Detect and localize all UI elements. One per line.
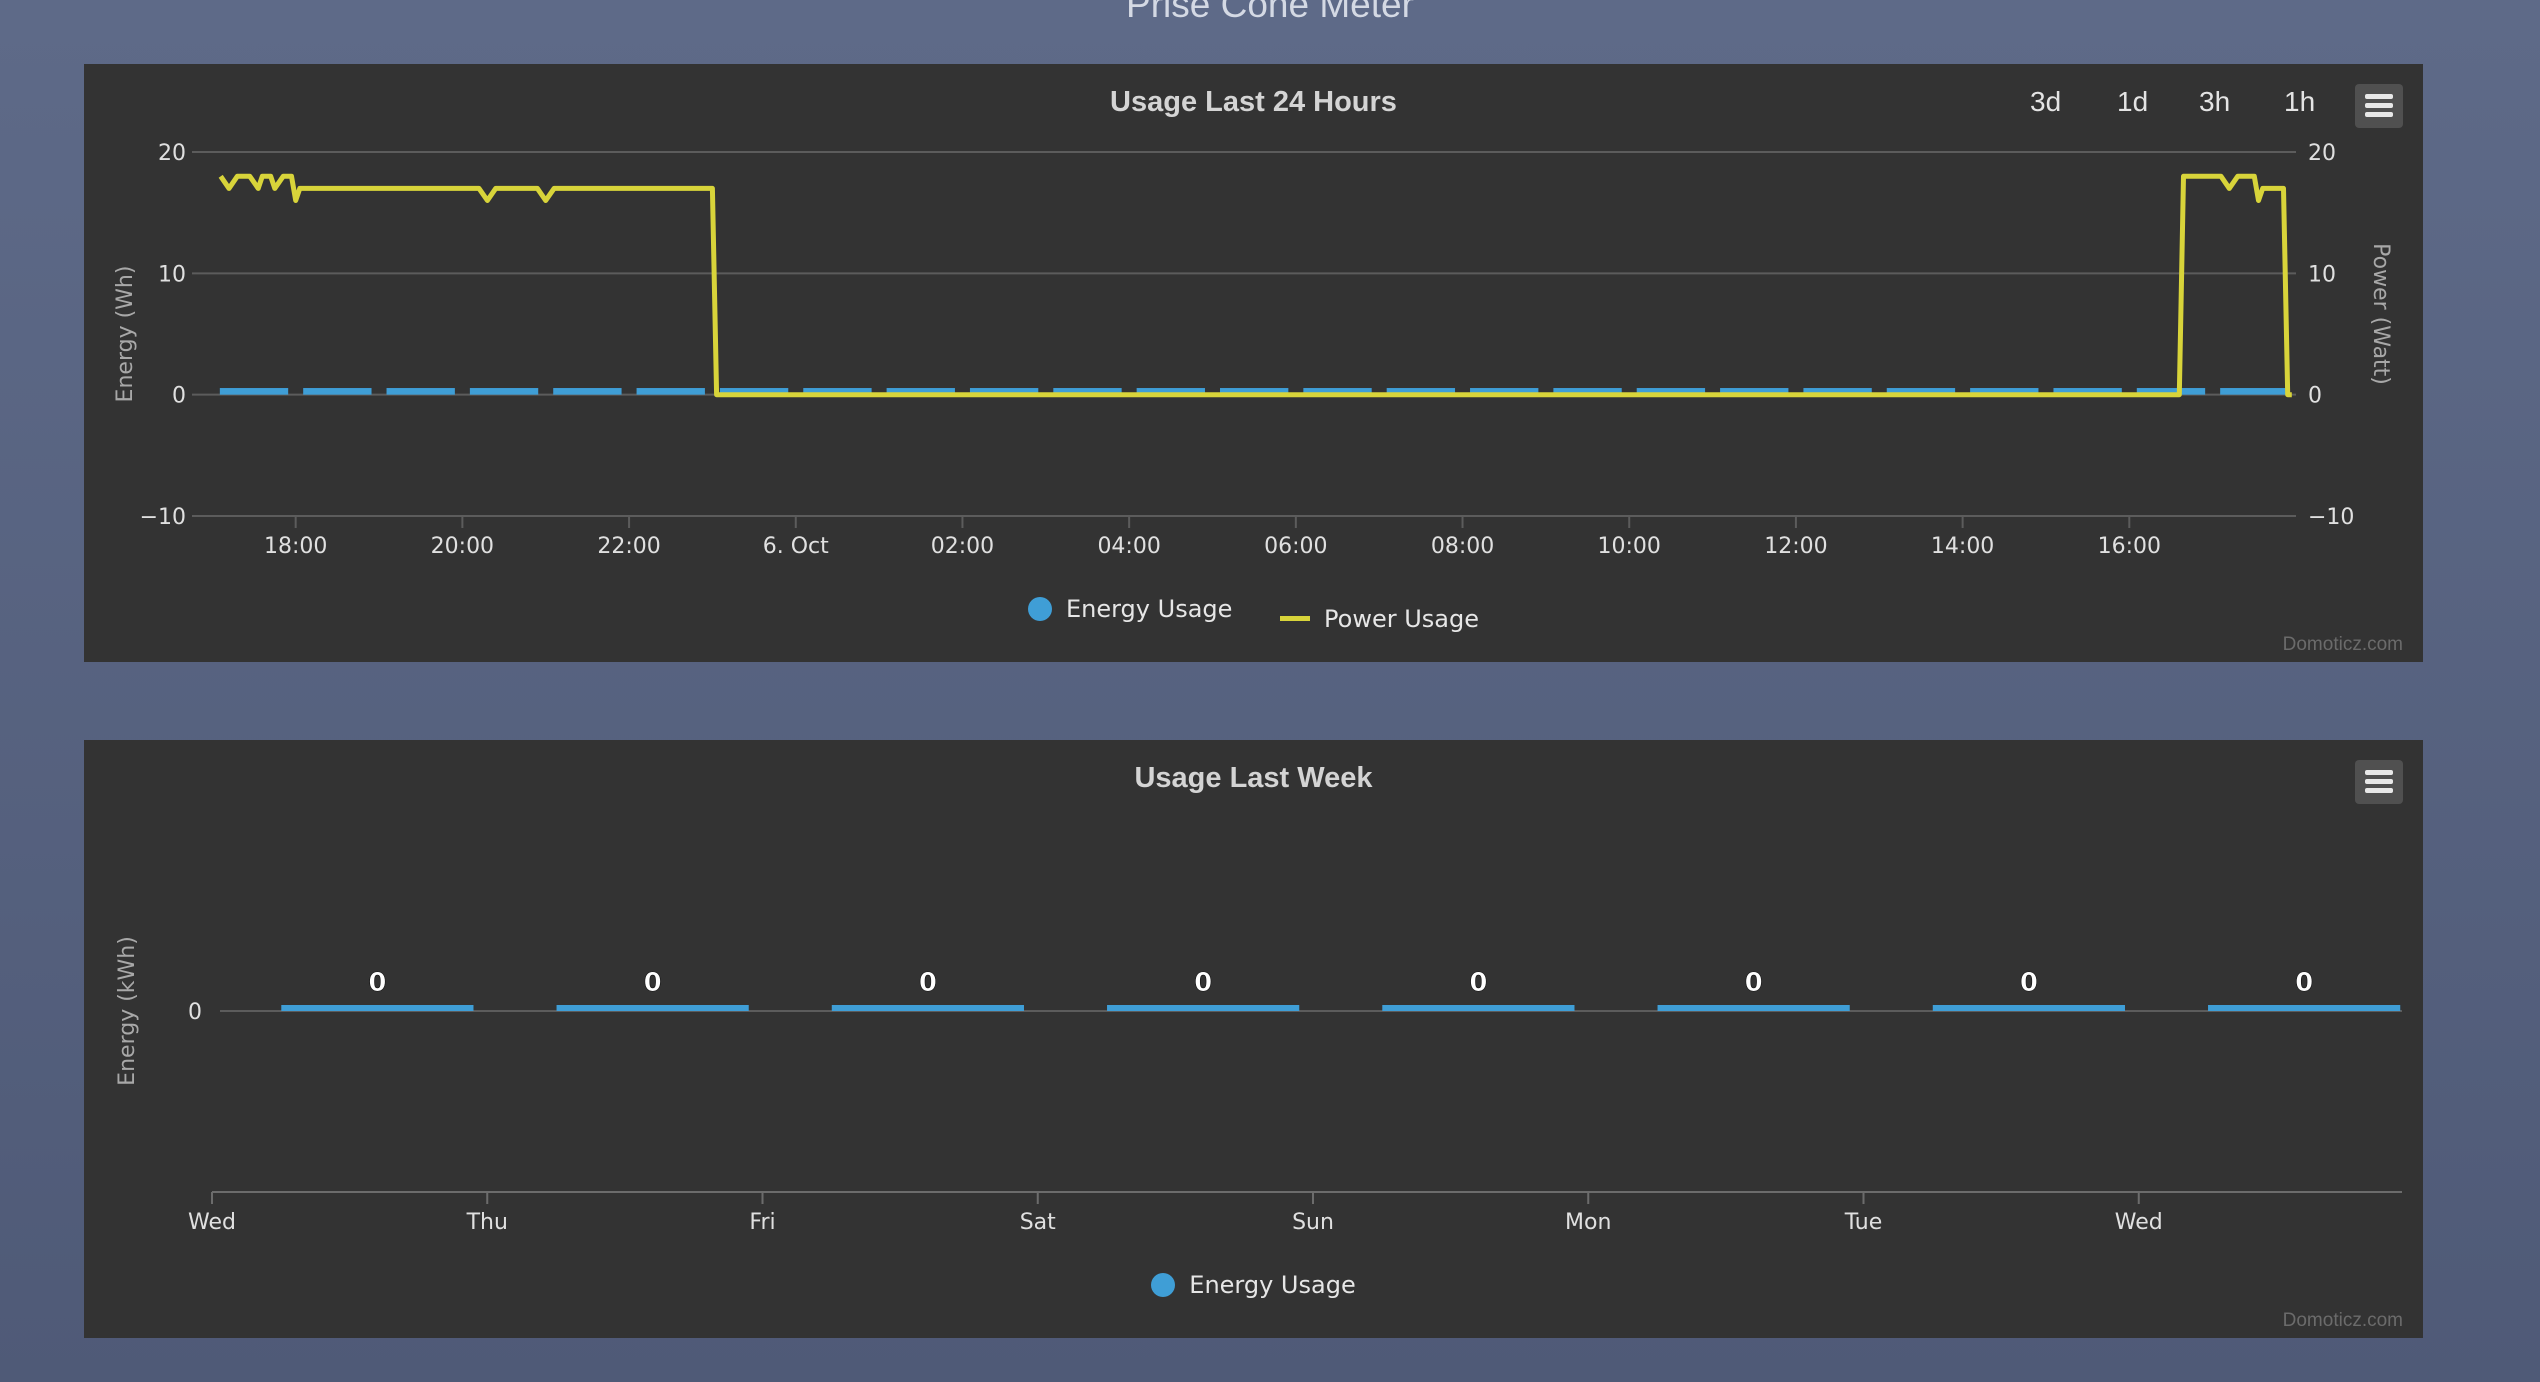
energy-bar [1107, 1005, 1300, 1011]
energy-bar [556, 1005, 749, 1011]
bar-data-label: 0 [919, 968, 937, 998]
y-axis-label: Energy (kWh) [115, 936, 140, 1086]
x-tick-label: 12:00 [1764, 534, 1827, 559]
x-tick-label: Sun [1292, 1210, 1334, 1235]
legend-label-energy: Energy Usage [1189, 1271, 1356, 1299]
chart-menu-button[interactable] [2355, 760, 2403, 804]
page-title: Prise Cone Meter [1126, 0, 1414, 25]
energy-bar [831, 1005, 1024, 1011]
energy-bar [469, 388, 539, 395]
power-usage-line [218, 173, 2292, 398]
x-tick-label: 10:00 [1598, 534, 1661, 559]
usage-24h-plot[interactable]: 20 10 0 −10 20 10 0 −10 18:00 20:00 22:00 6. Oct 02:… [84, 64, 2423, 662]
range-1d-button[interactable]: 1d [2117, 86, 2148, 118]
energy-bar [219, 388, 289, 395]
x-tick-label: 16:00 [2098, 534, 2161, 559]
energy-bar [636, 388, 705, 395]
y-tick-label: 20 [158, 141, 186, 166]
credit-link[interactable]: Domoticz.com [2283, 634, 2403, 656]
chart-menu-button[interactable] [2355, 84, 2403, 128]
x-tick-label: 06:00 [1264, 534, 1327, 559]
y-tick-label: 0 [172, 384, 186, 409]
credit-link[interactable]: Domoticz.com [2283, 1310, 2403, 1332]
energy-bar [2208, 1005, 2401, 1011]
x-tick-label: 22:00 [597, 534, 660, 559]
energy-bar [1657, 1005, 1850, 1011]
hamburger-menu-icon [2365, 94, 2393, 99]
bar-data-label: 0 [1194, 968, 1212, 998]
chart-title-week: Usage Last Week [1134, 762, 1373, 794]
usage-24h-chart-panel: 20 10 0 −10 20 10 0 −10 18:00 20:00 22:00 6. Oct 02:… [84, 64, 2423, 662]
y-tick-label: 0 [188, 1000, 202, 1025]
y2-tick-label: −10 [2308, 505, 2354, 530]
legend-label-energy: Energy Usage [1065, 595, 1233, 623]
y2-axis-label: Power (Watt) [2368, 243, 2393, 385]
legend-item-energy[interactable]: Energy Usage [1027, 595, 1233, 623]
bar-data-label: 0 [368, 968, 386, 998]
y2-tick-label: 0 [2308, 384, 2322, 409]
legend-week: Energy Usage [84, 1271, 2423, 1303]
usage-week-chart-panel: 0 Energy (kWh) Wed 0 Thu 0 Fri 0 Sat 0 Sun 0 Mon 0 Tue… [84, 740, 2423, 1338]
energy-bar [281, 1005, 474, 1011]
legend-dot-icon [1151, 1273, 1176, 1297]
bar-data-label: 0 [644, 968, 662, 998]
x-tick-label: Fri [749, 1210, 775, 1235]
energy-bar [2220, 388, 2289, 395]
legend-dot-icon [1027, 597, 1052, 621]
usage-week-plot[interactable]: 0 Energy (kWh) Wed 0 Thu 0 Fri 0 Sat 0 Sun 0 Mon 0 Tue… [84, 740, 2423, 1338]
range-3d-button[interactable]: 3d [2030, 86, 2061, 118]
legend-label-power: Power Usage [1324, 604, 1480, 633]
legend-line-icon [1280, 616, 1311, 621]
x-tick-label: Wed [2115, 1210, 2163, 1235]
x-tick-label: 18:00 [264, 534, 327, 559]
x-tick-label: Thu [466, 1210, 508, 1235]
x-tick-label: Sat [1020, 1210, 1056, 1235]
range-1h-button[interactable]: 1h [2284, 86, 2315, 118]
x-tick-label: 08:00 [1431, 534, 1494, 559]
y-tick-label: 10 [158, 262, 186, 287]
legend-item-power[interactable]: Power Usage [1280, 605, 1479, 633]
legend-24h: Energy Usage Power Usage [84, 595, 2423, 633]
y2-tick-label: 10 [2308, 262, 2336, 287]
x-tick-label: 6. Oct [763, 534, 829, 559]
energy-bar [386, 388, 455, 395]
bar-data-label: 0 [2020, 968, 2038, 998]
bar-data-label: 0 [1745, 968, 1763, 998]
energy-bar [303, 388, 372, 395]
y2-tick-label: 20 [2308, 141, 2336, 166]
energy-bar [553, 388, 622, 395]
hamburger-menu-icon [2365, 770, 2393, 775]
bar-data-label: 0 [1469, 968, 1487, 998]
legend-item-energy[interactable]: Energy Usage [1151, 1271, 1356, 1299]
x-tick-label: Mon [1565, 1210, 1611, 1235]
y-axis-label: Energy (Wh) [113, 266, 138, 403]
x-tick-label: 20:00 [431, 534, 494, 559]
x-tick-label: 14:00 [1931, 534, 1994, 559]
range-3h-button[interactable]: 3h [2199, 86, 2230, 118]
x-tick-label: Tue [1844, 1210, 1883, 1235]
energy-bar [1382, 1005, 1575, 1011]
chart-title-24h: Usage Last 24 Hours [1110, 86, 1397, 118]
bar-data-label: 0 [2295, 968, 2313, 998]
y-tick-label: −10 [140, 505, 186, 530]
x-tick-label: 04:00 [1097, 534, 1160, 559]
energy-bar [1932, 1005, 2125, 1011]
x-tick-label: Wed [188, 1210, 236, 1235]
x-tick-label: 02:00 [931, 534, 994, 559]
